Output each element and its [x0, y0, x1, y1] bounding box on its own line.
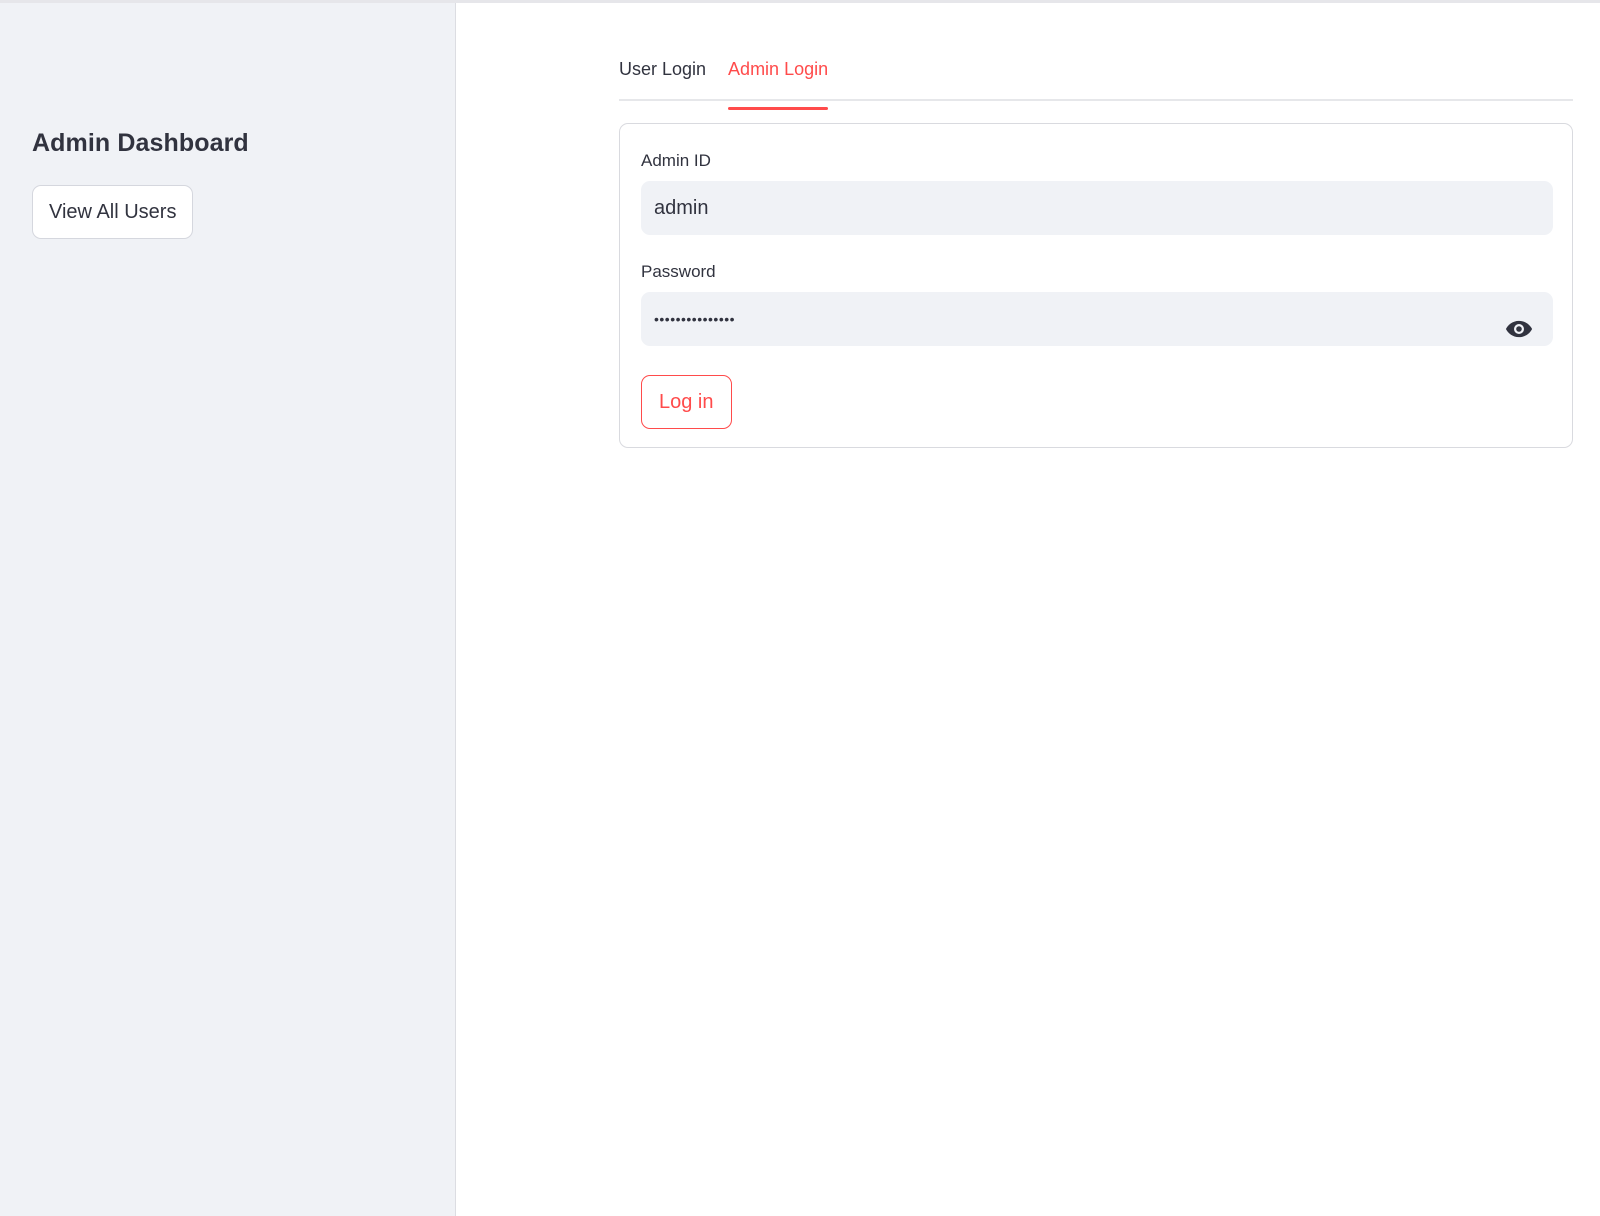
password-label: Password: [641, 262, 716, 281]
main-content: User Login Admin Login Admin ID Password…: [619, 3, 1573, 448]
login-button[interactable]: Log in: [641, 375, 732, 429]
login-tabs: User Login Admin Login: [619, 3, 1573, 110]
password-masked-value: •••••••••••••••: [654, 311, 736, 327]
admin-id-input[interactable]: [641, 181, 1553, 235]
view-all-users-button[interactable]: View All Users: [32, 185, 194, 239]
sidebar-title: Admin Dashboard: [32, 129, 249, 157]
password-input[interactable]: •••••••••••••••: [641, 292, 1553, 346]
sidebar: Admin Dashboard View All Users: [0, 3, 456, 1216]
admin-login-form: Admin ID Password ••••••••••••••• Log in: [619, 123, 1573, 448]
app-root: Admin Dashboard View All Users User Logi…: [0, 0, 1600, 1216]
admin-id-label: Admin ID: [641, 151, 711, 170]
tab-user-login[interactable]: User Login: [619, 59, 706, 108]
eye-icon[interactable]: [1505, 319, 1533, 339]
tab-admin-login[interactable]: Admin Login: [728, 59, 829, 110]
